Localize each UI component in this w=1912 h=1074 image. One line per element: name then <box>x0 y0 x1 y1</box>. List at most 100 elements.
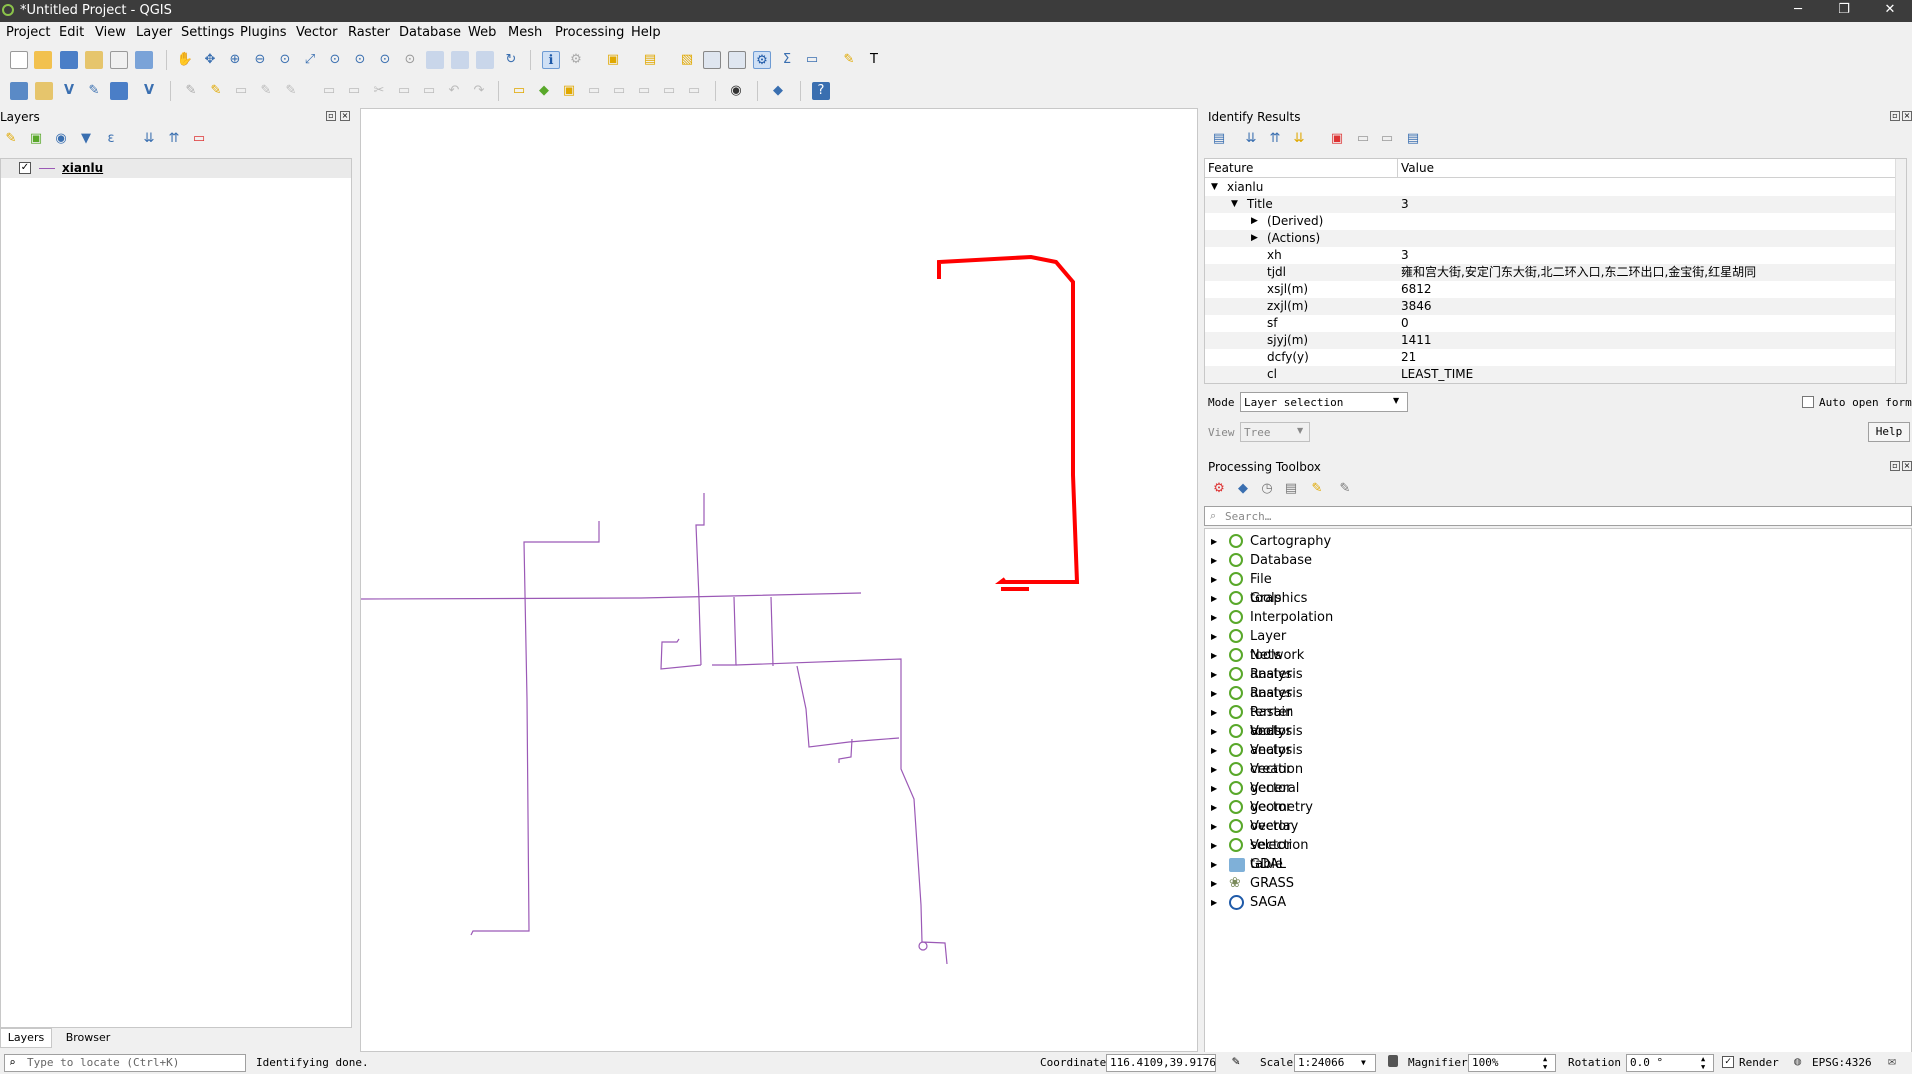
field-calculator-icon[interactable] <box>728 51 746 69</box>
menu-edit[interactable]: Edit <box>59 25 84 40</box>
zoom-last-icon[interactable]: ⊙ <box>401 51 419 69</box>
menu-processing[interactable]: Processing <box>555 25 624 40</box>
zoom-in-icon[interactable]: ⊕ <box>226 51 244 69</box>
zoom-native-icon[interactable]: ⊙ <box>376 51 394 69</box>
refresh-icon[interactable]: ↻ <box>502 51 520 69</box>
maximize-button[interactable]: ❐ <box>1824 2 1864 20</box>
select-features-icon[interactable]: ▣ <box>604 51 622 69</box>
save-as-icon[interactable] <box>85 51 103 69</box>
close-panel-icon[interactable]: × <box>1902 461 1912 471</box>
pin-labels-icon[interactable]: ◆ <box>535 82 553 100</box>
rotation-field[interactable]: 0.0 ° ▲ ▼ <box>1626 1054 1714 1072</box>
collapse-arrow-icon[interactable]: ▼ <box>1211 179 1218 196</box>
rotate-label-icon[interactable]: ▭ <box>610 82 628 100</box>
menu-raster[interactable]: Raster <box>348 25 390 40</box>
plugin-help-icon[interactable]: ? <box>812 82 830 100</box>
float-panel-icon[interactable]: ▫ <box>1890 461 1900 471</box>
highlight-labels-icon[interactable]: ▣ <box>560 82 578 100</box>
run-action-icon[interactable]: ⚙ <box>567 51 585 69</box>
collapse-arrow-icon[interactable]: ▼ <box>1231 196 1238 213</box>
collapse-tree-icon[interactable]: ⇈ <box>1266 130 1284 148</box>
history-icon[interactable]: ◷ <box>1258 480 1276 498</box>
processing-toolbox-icon[interactable]: ⚙ <box>753 51 771 69</box>
collapse-all-icon[interactable]: ⇈ <box>165 130 183 148</box>
toggle-editing-icon[interactable]: ✎ <box>207 82 225 100</box>
tree-row-title[interactable]: ▼ Title 3 <box>1205 196 1905 213</box>
move-label-icon[interactable]: ▭ <box>585 82 603 100</box>
add-group-icon[interactable]: ▣ <box>27 130 45 148</box>
identify-features-icon[interactable]: ℹ <box>542 51 560 69</box>
options-icon[interactable]: ✎ <box>1336 480 1354 498</box>
vertex-tool-icon[interactable]: ✎ <box>282 82 300 100</box>
filter-legend-icon[interactable]: ▼ <box>77 130 95 148</box>
expand-arrow-icon[interactable]: ▶ <box>1251 213 1258 230</box>
float-panel-icon[interactable]: ▫ <box>1890 111 1900 121</box>
add-delimited-text-icon[interactable]: ✎ <box>85 82 103 100</box>
close-button[interactable]: ✕ <box>1870 2 1910 20</box>
minimize-button[interactable]: ─ <box>1778 2 1818 20</box>
menu-mesh[interactable]: Mesh <box>508 25 542 40</box>
label-properties-icon[interactable]: ▭ <box>685 82 703 100</box>
expand-new-icon[interactable]: ⇊ <box>1242 130 1260 148</box>
data-source-manager-icon[interactable] <box>10 82 28 100</box>
layer-row-xianlu[interactable]: ✓ xianlu <box>1 159 351 178</box>
zoom-to-selection-icon[interactable]: ⊙ <box>326 51 344 69</box>
pan-to-selection-icon[interactable]: ✥ <box>201 51 219 69</box>
close-panel-icon[interactable]: × <box>1902 111 1912 121</box>
mode-select[interactable]: Layer selection ▼ <box>1240 392 1408 412</box>
print-layout-icon[interactable] <box>110 51 128 69</box>
new-map-view-icon[interactable] <box>426 51 444 69</box>
menu-vector[interactable]: Vector <box>296 25 337 40</box>
new-3d-view-icon[interactable] <box>451 51 469 69</box>
tree-row-actions[interactable]: ▶ (Actions) <box>1205 230 1905 247</box>
tab-layers[interactable]: Layers <box>0 1028 52 1048</box>
python-console-icon[interactable]: ◆ <box>769 82 787 100</box>
show-hide-labels-icon[interactable]: ▭ <box>660 82 678 100</box>
tab-browser[interactable]: Browser <box>54 1030 122 1048</box>
zoom-rubberband-icon[interactable]: ⊙ <box>276 51 294 69</box>
add-virtual-layer-icon[interactable]: V <box>140 82 158 100</box>
copy-features-icon[interactable]: ▭ <box>395 82 413 100</box>
menu-help[interactable]: Help <box>631 25 661 40</box>
select-by-value-icon[interactable]: ▤ <box>641 51 659 69</box>
expand-all-results-icon[interactable]: ⇊ <box>1290 130 1308 148</box>
toggle-extents-icon[interactable]: ✎ <box>1232 1054 1240 1069</box>
new-geopackage-icon[interactable] <box>35 82 53 100</box>
quickmapservices-icon[interactable]: ◉ <box>727 82 745 100</box>
scripts-icon[interactable]: ◆ <box>1234 480 1252 498</box>
zoom-out-icon[interactable]: ⊖ <box>251 51 269 69</box>
close-panel-icon[interactable]: × <box>340 111 350 121</box>
new-project-icon[interactable] <box>10 51 28 69</box>
current-edits-icon[interactable]: ✎ <box>182 82 200 100</box>
pan-icon[interactable]: ✋ <box>176 51 194 69</box>
deselect-all-icon[interactable]: ▧ <box>678 51 696 69</box>
copy-feature-icon[interactable]: ▭ <box>1354 130 1372 148</box>
tree-row-derived[interactable]: ▶ (Derived) <box>1205 213 1905 230</box>
filter-expression-icon[interactable]: ε <box>102 130 120 148</box>
messages-icon[interactable]: ✉ <box>1888 1054 1896 1069</box>
menu-web[interactable]: Web <box>468 25 496 40</box>
menu-settings[interactable]: Settings <box>181 25 234 40</box>
menu-plugins[interactable]: Plugins <box>240 25 287 40</box>
save-project-icon[interactable] <box>60 51 78 69</box>
manage-map-themes-icon[interactable]: ◉ <box>52 130 70 148</box>
view-select[interactable]: Tree ▼ <box>1240 422 1310 442</box>
expand-tree-icon[interactable]: ▤ <box>1210 130 1228 148</box>
style-manager-icon[interactable] <box>135 51 153 69</box>
menu-layer[interactable]: Layer <box>136 25 172 40</box>
expand-arrow-icon[interactable]: ▶ <box>1251 230 1258 247</box>
menu-database[interactable]: Database <box>399 25 461 40</box>
add-vector-layer-icon[interactable]: V <box>60 82 78 100</box>
change-label-icon[interactable]: ▭ <box>635 82 653 100</box>
attribute-table-icon[interactable] <box>703 51 721 69</box>
open-project-icon[interactable] <box>34 51 52 69</box>
delete-selected-icon[interactable]: ▭ <box>345 82 363 100</box>
identify-settings-icon[interactable]: ▤ <box>1404 130 1422 148</box>
zoom-full-icon[interactable]: ⤢ <box>301 51 319 69</box>
save-edits-icon[interactable]: ▭ <box>232 82 250 100</box>
locator-input[interactable]: ⌕ Type to locate (Ctrl+K) <box>4 1054 246 1072</box>
edit-features-in-place-icon[interactable]: ✎ <box>1308 480 1326 498</box>
tree-row-layer[interactable]: ▼ xianlu <box>1205 179 1905 196</box>
menu-view[interactable]: View <box>95 25 126 40</box>
vertical-scrollbar[interactable] <box>1895 159 1906 383</box>
